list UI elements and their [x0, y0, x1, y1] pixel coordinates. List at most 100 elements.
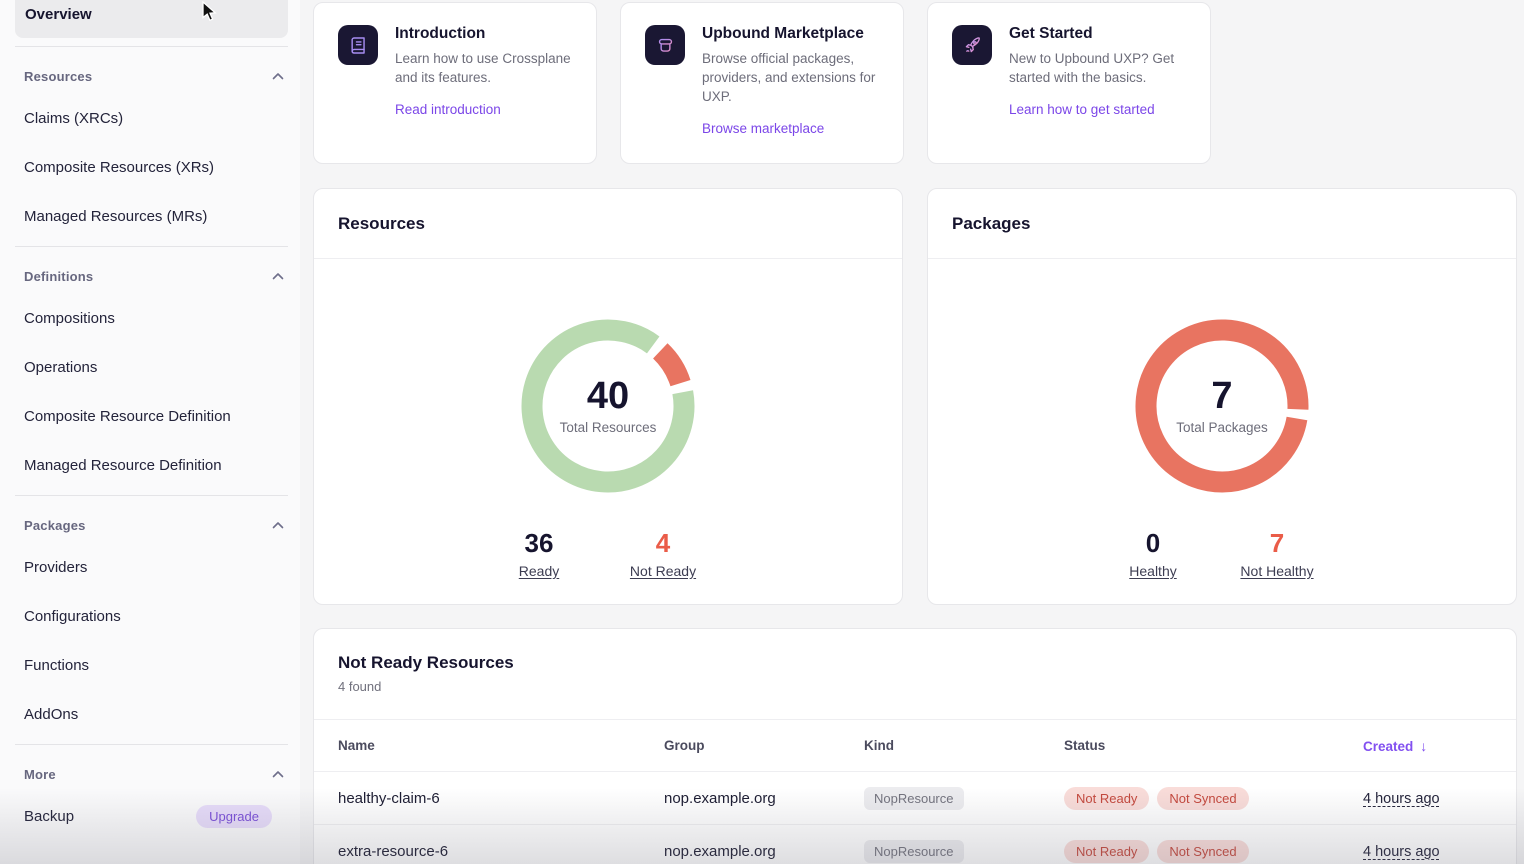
cell-group: nop.example.org [664, 790, 776, 807]
section-label: More [24, 767, 56, 782]
table-result-count: 4 found [338, 679, 1492, 694]
column-header-kind[interactable]: Kind [864, 738, 1064, 753]
sidebar-item-label: Managed Resources (MRs) [24, 208, 207, 225]
created-time-link[interactable]: 4 hours ago [1363, 844, 1440, 860]
sidebar-item-label: Backup [24, 808, 74, 825]
divider [15, 744, 288, 745]
column-label: Created [1363, 739, 1413, 754]
table-column-header-row: NameGroup KindStatus Created ↓ [314, 719, 1516, 772]
sidebar-section-resources[interactable]: Resources [24, 68, 284, 84]
kind-badge: NopResource [864, 787, 964, 810]
not-healthy-link[interactable]: Not Healthy [1240, 563, 1313, 579]
upgrade-badge[interactable]: Upgrade [196, 805, 272, 828]
divider [15, 46, 288, 47]
promo-card-title: Introduction [395, 25, 575, 43]
chevron-up-icon [272, 521, 284, 529]
sidebar: Overview Resources Claims (XRCs) Composite… [0, 0, 300, 864]
stat-value: 36 [499, 529, 579, 558]
sidebar-item-label: Compositions [24, 310, 115, 327]
sidebar-item-overview[interactable]: Overview [15, 0, 288, 38]
sidebar-item-providers[interactable]: Providers [15, 543, 288, 592]
sidebar-item-managed-resources-mrs[interactable]: Managed Resources (MRs) [15, 192, 288, 241]
arrow-down-icon: ↓ [1420, 738, 1427, 754]
sidebar-item-label: Configurations [24, 608, 121, 625]
ready-link[interactable]: Ready [519, 563, 559, 579]
status-badge-not-ready: Not Ready [1064, 787, 1149, 810]
section-label: Definitions [24, 269, 93, 284]
status-badge-not-synced: Not Synced [1157, 787, 1248, 810]
rocket-icon [952, 25, 992, 65]
packages-chart-card: Packages7Total Packages0Healthy7Not Heal… [927, 188, 1517, 605]
resources-donut-chart: 40Total Resources [513, 311, 703, 501]
kind-badge: NopResource [864, 840, 964, 863]
cell-group: nop.example.org [664, 843, 776, 860]
sidebar-item-label: Composite Resources (XRs) [24, 159, 214, 176]
sidebar-section-more[interactable]: More [24, 766, 284, 782]
sidebar-item-compositions[interactable]: Compositions [15, 294, 288, 343]
sidebar-item-managed-resource-definition[interactable]: Managed Resource Definition [15, 441, 288, 490]
divider [15, 246, 288, 247]
learn-how-to-get-started-link[interactable]: Learn how to get started [1009, 102, 1155, 117]
table-row[interactable]: extra-resource-6nop.example.orgNopResour… [314, 825, 1516, 864]
table-row[interactable]: healthy-claim-6 nop.example.org NopResourc… [314, 772, 1516, 825]
promo-card-get-started: Get StartedNew to Upbound UXP? Get start… [927, 2, 1211, 164]
column-header-name[interactable]: Name [338, 738, 664, 753]
promo-card-row: Introduction Learn how to use Crossplane … [313, 2, 1211, 164]
stat-not-ready: 4 Not Ready [623, 529, 703, 581]
promo-card-description: Learn how to use Crossplane and its feat… [395, 50, 575, 88]
stat-healthy: 0Healthy [1113, 529, 1193, 581]
not-ready-resources-card: Not Ready Resources 4 found NameGroup Kin… [313, 628, 1517, 864]
browse-marketplace-link[interactable]: Browse marketplace [702, 121, 824, 136]
read-introduction-link[interactable]: Read introduction [395, 102, 501, 117]
table-header-block: Not Ready Resources 4 found [314, 629, 1516, 719]
sidebar-section-definitions[interactable]: Definitions [24, 268, 284, 284]
resources-chart-card: Resources 40Total Resources 36 Ready 4 Not Re… [313, 188, 903, 605]
cell-name: healthy-claim-6 [338, 790, 440, 807]
promo-card-description: Browse official packages, providers, and… [702, 50, 882, 107]
chart-card-title: Resources [338, 214, 425, 234]
column-label: Status [1064, 738, 1105, 753]
book-icon [338, 25, 378, 65]
sidebar-item-composite-resources-xrs[interactable]: Composite Resources (XRs) [15, 143, 288, 192]
column-header-group[interactable]: Group [664, 738, 864, 753]
column-header-created[interactable]: Created ↓ [1363, 738, 1492, 754]
chart-stats-row: 0Healthy 7 Not Healthy [921, 529, 1509, 581]
promo-card-upbound-marketplace: Upbound Marketplace Browse official packa… [620, 2, 904, 164]
chart-card-header: Resources [314, 189, 902, 259]
chart-card-header: Packages [928, 189, 1516, 259]
promo-card-description: New to Upbound UXP? Get started with the… [1009, 50, 1189, 88]
section-label: Packages [24, 518, 86, 533]
sidebar-item-addons[interactable]: AddOns [15, 690, 288, 739]
sidebar-item-backup[interactable]: Backup Upgrade [15, 792, 288, 841]
stat-ready: 36 Ready [499, 529, 579, 581]
sidebar-item-label: Functions [24, 657, 89, 674]
sidebar-item-claims-xrcs[interactable]: Claims (XRCs) [15, 94, 288, 143]
sidebar-item-label: AddOns [24, 706, 78, 723]
sidebar-item-operations[interactable]: Operations [15, 343, 288, 392]
sidebar-item-label: Overview [25, 6, 92, 23]
stat-not-healthy: 7 Not Healthy [1237, 529, 1317, 581]
status-badge-not-ready: Not Ready [1064, 840, 1149, 863]
main-content: Introduction Learn how to use Crossplane … [313, 0, 1524, 864]
sidebar-item-composite-resource-definition[interactable]: Composite Resource Definition [15, 392, 288, 441]
stat-value: 4 [623, 529, 703, 558]
sidebar-item-label: Operations [24, 359, 97, 376]
sidebar-section-packages[interactable]: Packages [24, 517, 284, 533]
sidebar-item-functions[interactable]: Functions [15, 641, 288, 690]
created-time-link[interactable]: 4 hours ago [1363, 791, 1440, 807]
sidebar-item-configurations[interactable]: Configurations [15, 592, 288, 641]
promo-card-title: Upbound Marketplace [702, 25, 882, 43]
table-body: healthy-claim-6 nop.example.org NopResourc… [314, 772, 1516, 864]
column-header-status[interactable]: Status [1064, 738, 1363, 753]
not-ready-link[interactable]: Not Ready [630, 563, 696, 579]
chart-card-title: Packages [952, 214, 1030, 234]
chevron-up-icon [272, 272, 284, 280]
stat-value: 7 [1237, 529, 1317, 558]
column-label: Group [664, 738, 705, 753]
chevron-up-icon [272, 770, 284, 778]
sidebar-item-label: Composite Resource Definition [24, 408, 231, 425]
divider [15, 495, 288, 496]
status-badge-not-synced: Not Synced [1157, 840, 1248, 863]
healthy-link[interactable]: Healthy [1129, 563, 1176, 579]
charts-row: Resources 40Total Resources 36 Ready 4 Not Re… [313, 188, 1517, 605]
